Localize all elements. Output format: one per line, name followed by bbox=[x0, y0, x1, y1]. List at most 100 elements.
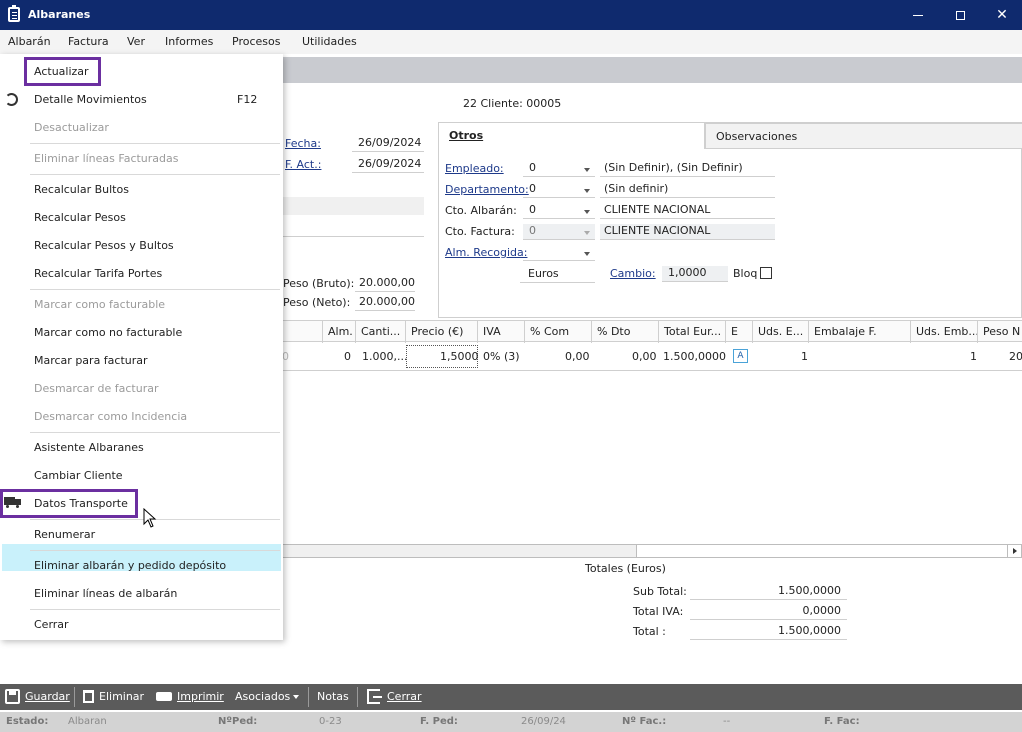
ffac-label: F. Fac: bbox=[824, 716, 860, 727]
close-button[interactable]: ✕ bbox=[982, 0, 1022, 30]
nfac-value: -- bbox=[723, 716, 731, 727]
menu-albaran[interactable]: Albarán bbox=[8, 35, 51, 48]
menu-item-renumerar[interactable]: Renumerar bbox=[34, 528, 95, 541]
fecha-act-label[interactable]: F. Act.: bbox=[285, 158, 321, 171]
bottom-toolbar: Guardar Eliminar Imprimir Asociados Nota… bbox=[0, 684, 1022, 710]
menu-item-eliminar-lineas-facturadas: Eliminar líneas Facturadas bbox=[34, 152, 179, 165]
asociados-button[interactable]: Asociados bbox=[235, 690, 290, 703]
total-iva-value: 0,0000 bbox=[690, 604, 847, 620]
menu-bar: Albarán Factura Ver Informes Procesos Ut… bbox=[0, 30, 1022, 54]
menu-item-recalcular-bultos[interactable]: Recalcular Bultos bbox=[34, 183, 129, 196]
save-icon bbox=[5, 689, 20, 704]
horizontal-scrollbar[interactable] bbox=[282, 544, 1022, 558]
menu-item-marcar-no-facturable[interactable]: Marcar como no facturable bbox=[34, 326, 182, 339]
menu-item-recalcular-pesos-bultos[interactable]: Recalcular Pesos y Bultos bbox=[34, 239, 174, 252]
menu-item-cambiar-cliente[interactable]: Cambiar Cliente bbox=[34, 469, 123, 482]
departamento-label[interactable]: Departamento: bbox=[445, 183, 529, 196]
cell-uds-e: 1 bbox=[801, 350, 808, 363]
menu-item-asistente-albaranes[interactable]: Asistente Albaranes bbox=[34, 441, 144, 454]
chevron-down-icon[interactable] bbox=[293, 695, 299, 699]
clipboard-icon bbox=[8, 5, 20, 22]
nfac-label: Nº Fac.: bbox=[622, 716, 667, 727]
annotation-box bbox=[24, 57, 101, 86]
menu-item-desactualizar: Desactualizar bbox=[34, 121, 109, 134]
eliminar-button[interactable]: Eliminar bbox=[99, 690, 144, 703]
col-iva[interactable]: IVA bbox=[483, 325, 501, 338]
col-precio[interactable]: Precio (€) bbox=[411, 325, 463, 338]
cell-peso: 20 bbox=[1009, 350, 1022, 363]
col-total[interactable]: Total Eur... bbox=[664, 325, 721, 338]
otros-panel: Otros Observaciones bbox=[438, 122, 1022, 318]
menu-item-recalcular-tarifa-portes[interactable]: Recalcular Tarifa Portes bbox=[34, 267, 162, 280]
exit-icon bbox=[367, 689, 382, 704]
menu-item-eliminar-lineas-albaran[interactable]: Eliminar líneas de albarán bbox=[34, 587, 177, 600]
fecha-field[interactable]: 26/09/2024 bbox=[352, 136, 424, 152]
cambio-field: 1,0000 bbox=[662, 266, 728, 282]
col-uds-e[interactable]: Uds. E... bbox=[758, 325, 803, 338]
tab-otros[interactable]: Otros bbox=[439, 123, 705, 149]
bloq-checkbox[interactable] bbox=[760, 267, 772, 279]
fecha-act-field[interactable]: 26/09/2024 bbox=[352, 157, 424, 173]
fecha-label[interactable]: Fecha: bbox=[285, 137, 321, 150]
status-badge: A bbox=[733, 349, 748, 363]
menu-utilidades[interactable]: Utilidades bbox=[302, 35, 357, 48]
peso-bruto-field[interactable]: 20.000,00 bbox=[355, 276, 415, 292]
col-com[interactable]: % Com bbox=[530, 325, 569, 338]
subtotal-label: Sub Total: bbox=[633, 585, 687, 598]
scrollbar-thumb[interactable] bbox=[283, 545, 637, 557]
menu-item-cerrar[interactable]: Cerrar bbox=[34, 618, 69, 631]
cell-uds-emb: 1 bbox=[970, 350, 977, 363]
grid-header: Alm. Canti... Precio (€) IVA % Com % Dto… bbox=[282, 320, 1022, 343]
menu-item-detalle-movimientos[interactable]: Detalle Movimientos bbox=[34, 93, 147, 106]
divider bbox=[283, 236, 424, 237]
mouse-cursor-icon bbox=[143, 508, 157, 528]
menu-informes[interactable]: Informes bbox=[165, 35, 213, 48]
total-label: Total : bbox=[633, 625, 666, 638]
cerrar-button[interactable]: Cerrar bbox=[387, 690, 422, 703]
menu-ver[interactable]: Ver bbox=[127, 35, 145, 48]
menu-procesos[interactable]: Procesos bbox=[232, 35, 280, 48]
estado-value: Albaran bbox=[68, 716, 107, 727]
peso-neto-field[interactable]: 20.000,00 bbox=[355, 295, 415, 311]
menu-factura[interactable]: Factura bbox=[68, 35, 109, 48]
col-peso[interactable]: Peso N bbox=[983, 325, 1020, 338]
empleado-label[interactable]: Empleado: bbox=[445, 162, 504, 175]
col-uds-emb[interactable]: Uds. Emb... bbox=[916, 325, 979, 338]
alm-recogida-label[interactable]: Alm. Recogida: bbox=[445, 246, 527, 259]
nped-label: NºPed: bbox=[218, 716, 258, 727]
scroll-right-icon[interactable] bbox=[1007, 545, 1021, 557]
guardar-button[interactable]: Guardar bbox=[25, 690, 70, 703]
menu-item-marcar-para-facturar[interactable]: Marcar para facturar bbox=[34, 354, 148, 367]
chevron-down-icon[interactable] bbox=[584, 252, 590, 256]
maximize-button[interactable] bbox=[940, 0, 980, 30]
cliente-header: 22 Cliente: 00005 bbox=[463, 97, 562, 110]
menu-item-recalcular-pesos[interactable]: Recalcular Pesos bbox=[34, 211, 126, 224]
fped-value: 26/09/24 bbox=[521, 716, 566, 727]
tab-observaciones[interactable]: Observaciones bbox=[705, 123, 1022, 149]
cell-dto: 0,00 bbox=[632, 350, 657, 363]
albaran-dropdown-menu: Actualizar Detalle Movimientos F12 Desac… bbox=[0, 54, 283, 640]
menu-item-eliminar-albaran-pedido[interactable]: Eliminar albarán y pedido depósito bbox=[34, 559, 226, 572]
chevron-down-icon[interactable] bbox=[584, 189, 590, 193]
col-e[interactable]: E bbox=[731, 325, 738, 338]
minimize-button[interactable] bbox=[898, 0, 938, 30]
empleado-desc: (Sin Definir), (Sin Definir) bbox=[600, 161, 775, 177]
chevron-down-icon[interactable] bbox=[584, 210, 590, 214]
imprimir-button[interactable]: Imprimir bbox=[177, 690, 224, 703]
subtotal-value: 1.500,0000 bbox=[690, 584, 847, 600]
cell-iva: 0% (3) bbox=[483, 350, 520, 363]
col-embalaje[interactable]: Embalaje F. bbox=[814, 325, 877, 338]
notas-button[interactable]: Notas bbox=[317, 690, 349, 703]
chevron-down-icon[interactable] bbox=[584, 168, 590, 172]
menu-item-desmarcar-incidencia: Desmarcar como Incidencia bbox=[34, 410, 188, 423]
col-alm[interactable]: Alm. bbox=[328, 325, 353, 338]
tab-otros-label: Otros bbox=[449, 129, 484, 142]
title-bar: Albaranes ✕ bbox=[0, 0, 1022, 30]
col-cantidad[interactable]: Canti... bbox=[361, 325, 400, 338]
departamento-desc: (Sin definir) bbox=[600, 182, 775, 198]
cambio-label[interactable]: Cambio: bbox=[610, 267, 656, 280]
col-dto[interactable]: % Dto bbox=[597, 325, 630, 338]
total-value: 1.500,0000 bbox=[690, 624, 847, 640]
moneda-field[interactable]: Euros bbox=[520, 267, 595, 283]
printer-icon bbox=[156, 692, 172, 701]
